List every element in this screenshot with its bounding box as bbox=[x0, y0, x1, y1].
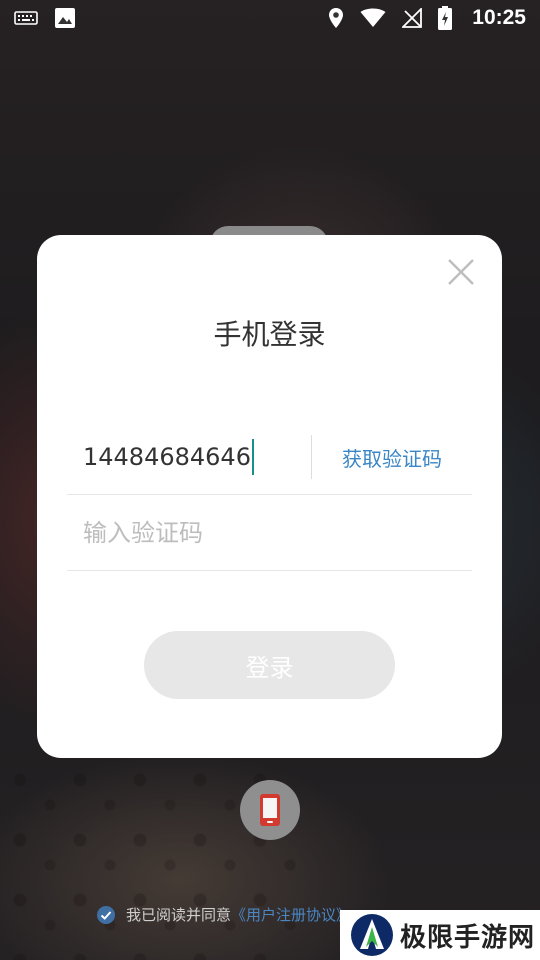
no-signal-icon bbox=[402, 8, 423, 28]
phone-login-button[interactable] bbox=[240, 780, 300, 840]
verification-code-row bbox=[67, 495, 472, 571]
status-right: 10:25 bbox=[328, 6, 526, 30]
row-divider bbox=[311, 435, 312, 479]
agreement-checkbox[interactable] bbox=[96, 905, 116, 925]
get-code-button[interactable]: 获取验证码 bbox=[342, 443, 472, 472]
phone-number-value: 14484684646 bbox=[83, 443, 251, 471]
agreement-text: 我已阅读并同意 bbox=[126, 906, 232, 924]
watermark: 极限手游网 bbox=[340, 910, 540, 960]
status-bar: 10:25 bbox=[0, 0, 540, 36]
screen: 10:25 手机登录 14484684646 获取验证码 登录 bbox=[0, 0, 540, 960]
login-button[interactable]: 登录 bbox=[144, 631, 395, 699]
phone-login-dialog: 手机登录 14484684646 获取验证码 登录 bbox=[37, 235, 502, 758]
close-icon bbox=[448, 259, 474, 285]
wifi-icon bbox=[360, 8, 386, 28]
status-left bbox=[14, 7, 76, 29]
dialog-title: 手机登录 bbox=[213, 318, 326, 351]
image-icon bbox=[54, 7, 76, 29]
status-time: 10:25 bbox=[472, 6, 526, 29]
watermark-text: 极限手游网 bbox=[400, 922, 536, 953]
close-button[interactable] bbox=[446, 257, 476, 287]
check-circle-icon bbox=[97, 905, 115, 924]
phone-number-input[interactable]: 14484684646 bbox=[67, 439, 311, 475]
verification-code-input[interactable] bbox=[67, 517, 472, 548]
location-icon bbox=[328, 7, 344, 29]
battery-charging-icon bbox=[438, 6, 453, 30]
agreement-line: 我已阅读并同意 《用户注册协议》 bbox=[96, 904, 351, 925]
phone-number-row: 14484684646 获取验证码 bbox=[67, 420, 472, 495]
watermark-logo-icon bbox=[351, 914, 393, 956]
text-caret bbox=[251, 439, 254, 475]
phone-icon bbox=[260, 794, 280, 826]
keyboard-icon bbox=[14, 10, 38, 26]
user-agreement-link[interactable]: 《用户注册协议》 bbox=[231, 904, 351, 925]
